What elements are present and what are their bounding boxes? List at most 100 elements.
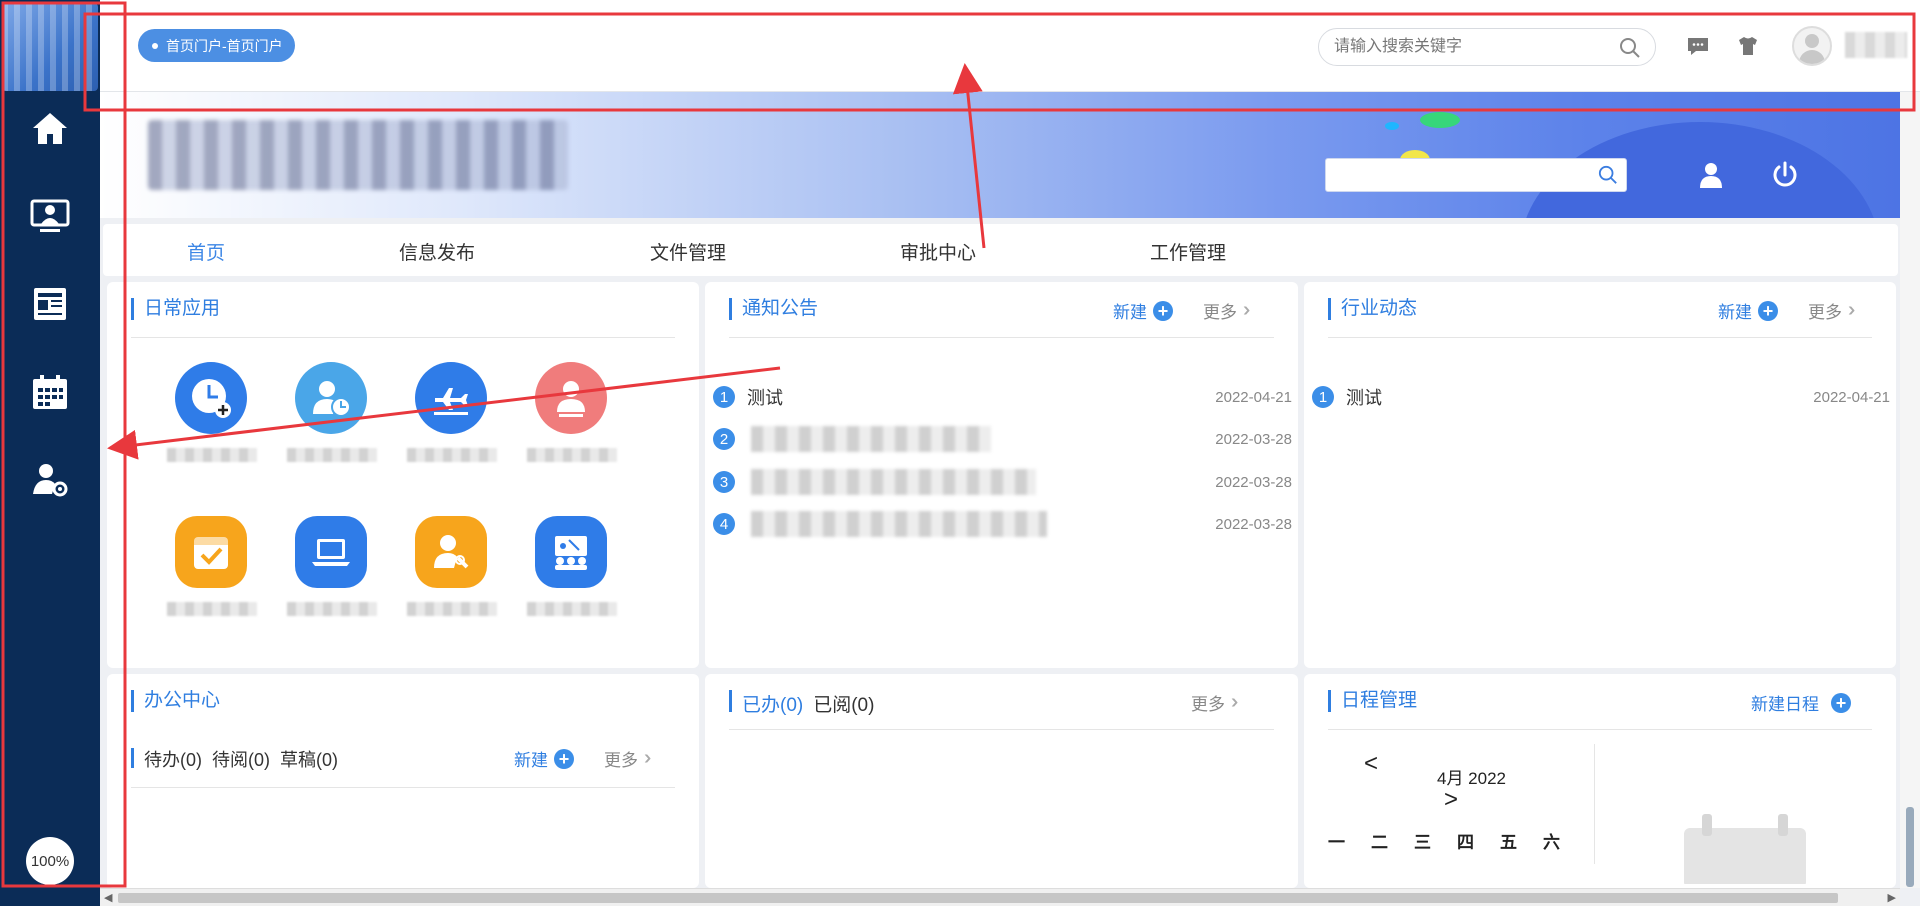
- more-label: 更多: [604, 751, 638, 770]
- double-chevron-icon: ››: [1231, 691, 1240, 713]
- app-tile[interactable]: [527, 362, 617, 472]
- item-date: 2022-04-21: [1215, 388, 1292, 406]
- office-tabs: 待办(0) 待阅(0) 草稿(0): [131, 746, 348, 772]
- person-icon: [535, 362, 607, 434]
- empty-calendar-icon: [1684, 814, 1806, 884]
- divider: [131, 337, 675, 338]
- app-tile[interactable]: [407, 516, 497, 626]
- item-title-blurred: [751, 426, 991, 452]
- calendar-check-icon: [175, 516, 247, 588]
- app-tile[interactable]: [167, 516, 257, 626]
- horizontal-scrollbar[interactable]: ◀ ▶: [100, 888, 1900, 906]
- calendar-icon[interactable]: [26, 368, 74, 416]
- top-header: 首页门户-首页门户: [100, 0, 1920, 92]
- app-tile[interactable]: [407, 362, 497, 472]
- power-icon[interactable]: [1770, 160, 1800, 190]
- list-item[interactable]: 2 2022-03-28: [713, 424, 1292, 454]
- airplane-icon: [415, 362, 487, 434]
- tab-drafts[interactable]: 草稿(0): [280, 746, 338, 772]
- app-logo[interactable]: [2, 3, 98, 91]
- divider: [1328, 337, 1872, 338]
- tab-label: 首页门户-首页门户: [166, 37, 283, 54]
- item-date: 2022-04-21: [1813, 388, 1890, 406]
- global-search-input[interactable]: [1334, 29, 1604, 65]
- tab-indicator: [729, 690, 732, 712]
- item-number: 3: [713, 471, 735, 493]
- vertical-scrollbar[interactable]: [1900, 92, 1920, 888]
- new-schedule-button[interactable]: 新建日程 +: [1751, 690, 1851, 715]
- calendar-weekdays: 一 二 三 四 五 六: [1328, 828, 1586, 853]
- tab-todo[interactable]: 待办(0): [144, 746, 202, 772]
- list-item[interactable]: 1 测试 2022-04-21: [713, 382, 1292, 412]
- item-title: 测试: [1346, 388, 1382, 408]
- new-label: 新建: [1113, 303, 1147, 322]
- notice-more-link[interactable]: 更多 ››: [1203, 298, 1252, 323]
- message-icon[interactable]: [1686, 34, 1710, 58]
- card-actions: 新建日程 +: [1751, 690, 1851, 715]
- list-item[interactable]: 4 2022-03-28: [713, 509, 1292, 539]
- app-tile[interactable]: [167, 362, 257, 472]
- industry-card: 行业动态 新建 + 更多 ›› 1 测试 2022-04-21: [1304, 282, 1896, 668]
- search-icon[interactable]: [1598, 165, 1618, 185]
- user-clock-icon: [295, 362, 367, 434]
- list-item[interactable]: 3 2022-03-28: [713, 467, 1292, 497]
- shirt-icon[interactable]: [1736, 34, 1760, 58]
- portal-app: 100% 首页门户-首页门户 首页 信息发布 文件管理: [0, 0, 1920, 906]
- banner-title-blurred: [148, 120, 568, 190]
- double-chevron-icon: ››: [644, 747, 653, 769]
- nav-approval[interactable]: 审批中心: [900, 238, 976, 265]
- scroll-left-icon[interactable]: ◀: [104, 891, 112, 904]
- username-blurred[interactable]: [1845, 32, 1907, 58]
- nav-work[interactable]: 工作管理: [1150, 238, 1226, 265]
- app-tile[interactable]: [287, 516, 377, 626]
- calendar-prev-button[interactable]: <: [1364, 750, 1378, 778]
- scroll-right-icon[interactable]: ▶: [1888, 891, 1896, 904]
- office-new-button[interactable]: 新建 +: [514, 746, 574, 771]
- nav-home[interactable]: 首页: [187, 238, 225, 265]
- app-label-blurred: [167, 602, 257, 616]
- tab-read[interactable]: 已阅(0): [813, 690, 874, 717]
- notice-new-button[interactable]: 新建 +: [1113, 298, 1173, 323]
- scrollbar-thumb[interactable]: [1906, 807, 1914, 887]
- user-avatar[interactable]: [1792, 26, 1832, 66]
- tab-done[interactable]: 已办(0): [742, 690, 803, 717]
- user-icon[interactable]: [1696, 160, 1726, 190]
- nav-publish[interactable]: 信息发布: [399, 238, 475, 265]
- app-label-blurred: [167, 448, 257, 462]
- office-more-link[interactable]: 更多 ››: [604, 746, 653, 771]
- tab-toread[interactable]: 待阅(0): [212, 746, 270, 772]
- monitor-user-icon[interactable]: [26, 192, 74, 240]
- divider: [1594, 744, 1595, 864]
- industry-new-button[interactable]: 新建 +: [1718, 298, 1778, 323]
- scrollbar-thumb[interactable]: [118, 893, 1838, 903]
- app-label-blurred: [527, 448, 617, 462]
- calendar-next-button[interactable]: >: [1444, 786, 1458, 814]
- item-date: 2022-03-28: [1215, 515, 1292, 533]
- nav-files[interactable]: 文件管理: [650, 238, 726, 265]
- schedule-card: 日程管理 新建日程 + < 4月 2022 > 一 二 三 四 五 六: [1304, 674, 1896, 888]
- notices-card: 通知公告 新建 + 更多 ›› 1 测试 2022-04-21 2 2022-03-…: [705, 282, 1298, 668]
- card-title: 日常应用: [131, 298, 220, 320]
- list-item[interactable]: 1 测试 2022-04-21: [1312, 382, 1890, 412]
- clock-add-icon: [175, 362, 247, 434]
- industry-more-link[interactable]: 更多 ››: [1808, 298, 1857, 323]
- card-title: 日程管理: [1328, 690, 1417, 712]
- banner-search: [1325, 158, 1627, 192]
- item-title-blurred: [751, 511, 1047, 537]
- banner-search-input[interactable]: [1334, 159, 1584, 191]
- app-tile[interactable]: [287, 362, 377, 472]
- app-tile[interactable]: [527, 516, 617, 626]
- home-icon[interactable]: [26, 104, 74, 152]
- news-icon[interactable]: [26, 280, 74, 328]
- card-actions: 更多 ››: [1191, 690, 1240, 715]
- zoom-level-badge[interactable]: 100%: [26, 837, 74, 885]
- user-settings-icon[interactable]: [26, 456, 74, 504]
- more-label: 更多: [1203, 303, 1237, 322]
- tab-home-portal[interactable]: 首页门户-首页门户: [138, 29, 295, 62]
- daily-apps-card: 日常应用: [107, 282, 699, 668]
- banner-decoration: [1385, 122, 1399, 130]
- presentation-icon: [535, 516, 607, 588]
- done-more-link[interactable]: 更多 ››: [1191, 690, 1240, 715]
- search-icon[interactable]: [1619, 37, 1641, 59]
- sidebar: 100%: [0, 0, 100, 906]
